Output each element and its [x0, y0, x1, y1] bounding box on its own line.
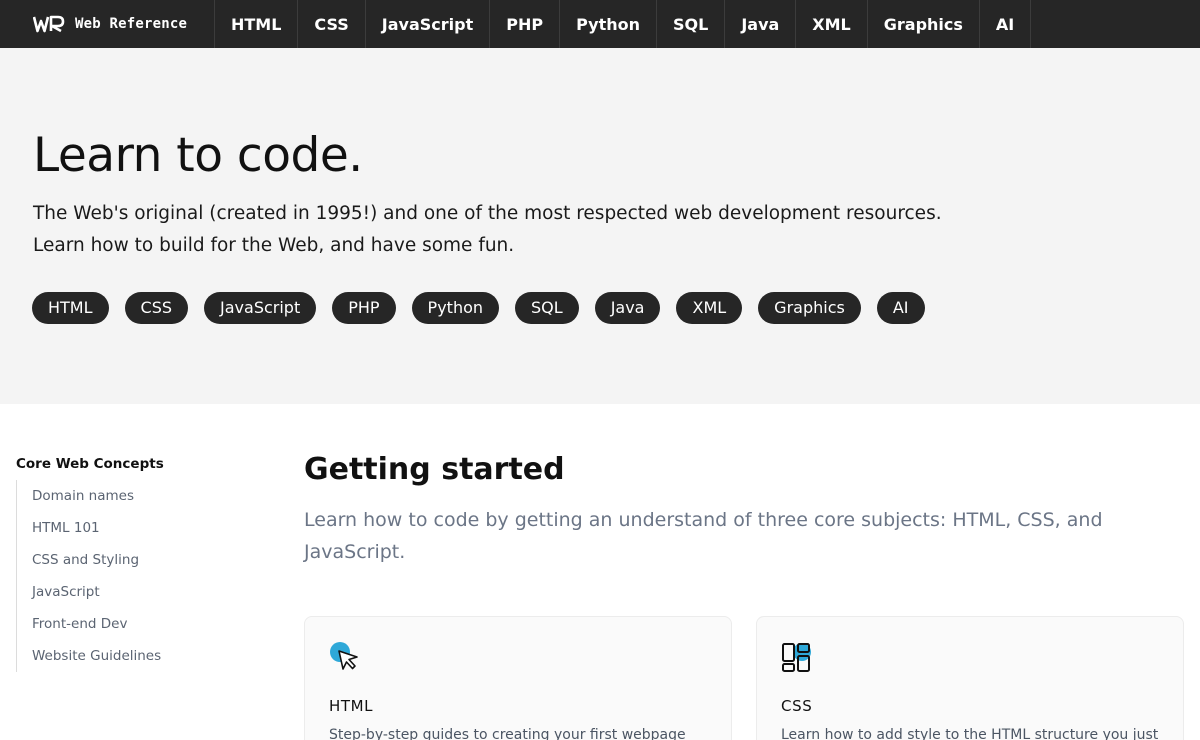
top-navigation-bar: Web Reference HTML CSS JavaScript PHP Py…	[0, 0, 1200, 48]
nav-item-javascript[interactable]: JavaScript	[366, 0, 491, 48]
section-lead: Learn how to code by getting an understa…	[304, 504, 1164, 568]
topic-pills: HTML CSS JavaScript PHP Python SQL Java …	[32, 292, 925, 324]
hero-description-line-1: The Web's original (created in 1995!) an…	[33, 203, 942, 224]
pill-javascript[interactable]: JavaScript	[204, 292, 317, 324]
nav-item-java[interactable]: Java	[725, 0, 797, 48]
sidebar-item-css-and-styling[interactable]: CSS and Styling	[17, 544, 256, 576]
sidebar-item-front-end-dev[interactable]: Front-end Dev	[17, 608, 256, 640]
nav-item-html[interactable]: HTML	[215, 0, 299, 48]
pill-sql[interactable]: SQL	[515, 292, 579, 324]
section-title: Getting started	[304, 452, 565, 487]
sidebar: Core Web Concepts Domain names HTML 101 …	[16, 456, 256, 672]
hero-title: Learn to code.	[33, 128, 363, 183]
nav-item-xml[interactable]: XML	[796, 0, 868, 48]
pill-java[interactable]: Java	[594, 292, 661, 324]
hero-section: Learn to code. The Web's original (creat…	[0, 48, 1200, 404]
nav-item-css[interactable]: CSS	[298, 0, 366, 48]
pill-ai[interactable]: AI	[876, 292, 925, 324]
nav-item-php[interactable]: PHP	[490, 0, 561, 48]
card-css[interactable]: CSS Learn how to add style to the HTML s…	[756, 616, 1184, 740]
pill-python[interactable]: Python	[411, 292, 500, 324]
sidebar-item-javascript[interactable]: JavaScript	[17, 576, 256, 608]
card-title: CSS	[781, 697, 813, 715]
card-description: Step-by-step guides to creating your fir…	[329, 727, 686, 740]
brand-name: Web Reference	[75, 16, 188, 32]
cursor-arrow-icon	[330, 642, 358, 670]
sidebar-item-html-101[interactable]: HTML 101	[17, 512, 256, 544]
sidebar-title: Core Web Concepts	[16, 456, 164, 472]
sidebar-item-domain-names[interactable]: Domain names	[17, 480, 256, 512]
pill-xml[interactable]: XML	[676, 292, 743, 324]
section-lead-line-1: Learn how to code by getting an understa…	[304, 509, 1103, 531]
nav-item-ai[interactable]: AI	[980, 0, 1032, 48]
nav-item-python[interactable]: Python	[560, 0, 657, 48]
pill-html[interactable]: HTML	[32, 292, 109, 324]
hero-description: The Web's original (created in 1995!) an…	[33, 198, 942, 262]
nav-item-sql[interactable]: SQL	[657, 0, 726, 48]
card-html[interactable]: HTML Step-by-step guides to creating you…	[304, 616, 732, 740]
card-description: Learn how to add style to the HTML struc…	[781, 727, 1159, 740]
card-title: HTML	[329, 697, 374, 715]
brand-logo-icon	[33, 15, 65, 33]
pill-php[interactable]: PHP	[332, 292, 396, 324]
layout-blocks-icon	[782, 643, 811, 672]
hero-description-line-2: Learn how to build for the Web, and have…	[33, 235, 515, 256]
section-lead-line-2: JavaScript.	[304, 541, 406, 563]
sidebar-list: Domain names HTML 101 CSS and Styling Ja…	[16, 480, 256, 672]
pill-graphics[interactable]: Graphics	[758, 292, 861, 324]
nav-item-graphics[interactable]: Graphics	[868, 0, 980, 48]
brand-link[interactable]: Web Reference	[0, 0, 215, 48]
pill-css[interactable]: CSS	[124, 292, 189, 324]
sidebar-item-website-guidelines[interactable]: Website Guidelines	[17, 640, 256, 672]
